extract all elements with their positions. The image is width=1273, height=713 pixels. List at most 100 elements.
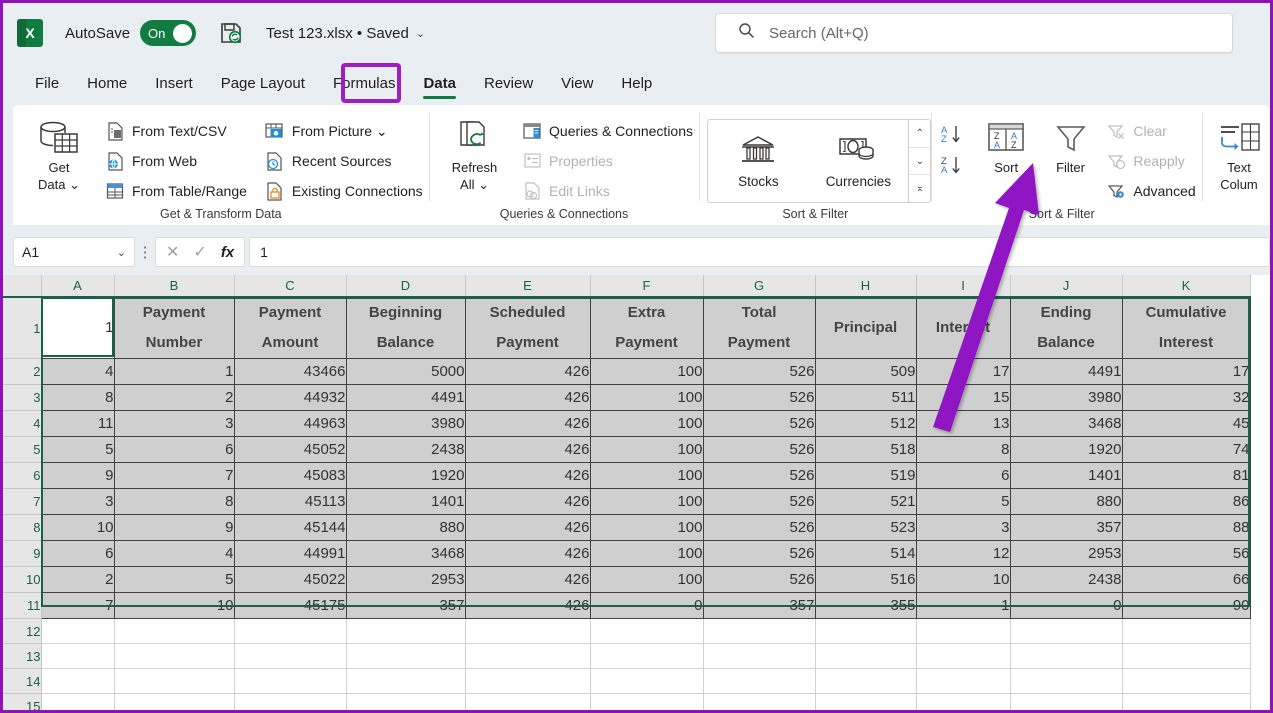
gallery-scroll-down[interactable]: ⌄	[909, 146, 931, 175]
cell[interactable]: 426	[465, 488, 591, 515]
cell[interactable]	[41, 668, 115, 694]
cell[interactable]: 512	[815, 410, 917, 437]
cell[interactable]: 526	[703, 410, 816, 437]
tab-review[interactable]: Review	[470, 71, 547, 96]
column-header-B[interactable]: B	[114, 275, 235, 298]
cell[interactable]: 5	[114, 566, 235, 593]
cell[interactable]: 86	[1122, 488, 1251, 515]
cell[interactable]: 521	[815, 488, 917, 515]
cell[interactable]: 5000	[346, 358, 466, 385]
cell[interactable]: 526	[703, 488, 816, 515]
cell[interactable]	[590, 668, 704, 694]
select-all-corner[interactable]	[3, 275, 42, 298]
cell[interactable]	[916, 693, 1011, 710]
cell[interactable]: 426	[465, 462, 591, 489]
tab-formulas[interactable]: Formulas	[319, 71, 410, 96]
filter-button[interactable]: Filter	[1045, 113, 1097, 176]
cell[interactable]: 0	[1010, 592, 1123, 619]
cell[interactable]: 4491	[346, 384, 466, 411]
cell[interactable]: 32	[1122, 384, 1251, 411]
tab-view[interactable]: View	[547, 71, 607, 96]
gallery-expand[interactable]: ⌅	[909, 174, 931, 202]
recent-sources-button[interactable]: Recent Sources	[259, 147, 429, 175]
cell[interactable]: 1	[41, 297, 115, 359]
search-box[interactable]: Search (Alt+Q)	[715, 13, 1233, 53]
cell[interactable]: 100	[590, 436, 704, 463]
row-header-10[interactable]: 10	[3, 566, 42, 593]
cell[interactable]	[1122, 643, 1251, 669]
currencies-button[interactable]: Currencies	[808, 120, 908, 202]
cell[interactable]: 3468	[346, 540, 466, 567]
cell[interactable]	[234, 643, 347, 669]
cell[interactable]: Principal	[815, 297, 917, 359]
cell[interactable]: 43466	[234, 358, 347, 385]
cell[interactable]	[1122, 668, 1251, 694]
cell[interactable]: Interest	[916, 297, 1011, 359]
cell[interactable]	[114, 668, 235, 694]
cell[interactable]: 523	[815, 514, 917, 541]
cell[interactable]: 100	[590, 384, 704, 411]
row-header-5[interactable]: 5	[3, 436, 42, 463]
column-header-J[interactable]: J	[1010, 275, 1123, 298]
cell[interactable]	[703, 618, 816, 644]
column-header-E[interactable]: E	[465, 275, 591, 298]
cell[interactable]: 7	[41, 592, 115, 619]
cell[interactable]: 526	[703, 384, 816, 411]
cell[interactable]: 357	[346, 592, 466, 619]
formula-bar-expand-dots[interactable]: ⋮	[135, 243, 155, 261]
cell[interactable]	[346, 618, 466, 644]
cell[interactable]: 1	[916, 592, 1011, 619]
cell[interactable]: Scheduled Payment	[465, 297, 591, 359]
cell[interactable]: 100	[590, 410, 704, 437]
row-header-4[interactable]: 4	[3, 410, 42, 437]
row-header-1[interactable]: 1	[3, 297, 42, 359]
cell[interactable]: 4	[41, 358, 115, 385]
cell[interactable]: 74	[1122, 436, 1251, 463]
from-text-csv-button[interactable]: From Text/CSV	[99, 117, 253, 145]
column-header-K[interactable]: K	[1122, 275, 1251, 298]
cell[interactable]: 44963	[234, 410, 347, 437]
cell[interactable]: 3	[114, 410, 235, 437]
chevron-down-icon[interactable]: ⌄	[416, 27, 425, 40]
cell[interactable]: 15	[916, 384, 1011, 411]
cell[interactable]	[234, 693, 347, 710]
cell[interactable]: 526	[703, 514, 816, 541]
cell[interactable]: 100	[590, 462, 704, 489]
cell[interactable]: 1920	[346, 462, 466, 489]
cell[interactable]	[465, 643, 591, 669]
column-header-H[interactable]: H	[815, 275, 917, 298]
cell[interactable]	[234, 668, 347, 694]
cell[interactable]	[1010, 693, 1123, 710]
cell[interactable]: 426	[465, 566, 591, 593]
cell[interactable]: 8	[41, 384, 115, 411]
cell[interactable]: 44991	[234, 540, 347, 567]
row-header-15[interactable]: 15	[3, 693, 42, 710]
autosave-toggle[interactable]: On	[140, 20, 197, 46]
cell[interactable]: 355	[815, 592, 917, 619]
cell[interactable]: 518	[815, 436, 917, 463]
stocks-button[interactable]: Stocks	[708, 120, 808, 202]
row-header-9[interactable]: 9	[3, 540, 42, 567]
cell[interactable]	[346, 693, 466, 710]
cell[interactable]: 426	[465, 436, 591, 463]
cell[interactable]: 1	[114, 358, 235, 385]
name-box[interactable]: A1 ⌄	[13, 237, 135, 267]
cell[interactable]: 45	[1122, 410, 1251, 437]
cell[interactable]	[590, 693, 704, 710]
cell[interactable]: 426	[465, 540, 591, 567]
cell[interactable]: 509	[815, 358, 917, 385]
cell[interactable]: 9	[41, 462, 115, 489]
row-header-3[interactable]: 3	[3, 384, 42, 411]
cell[interactable]: 0	[590, 592, 704, 619]
existing-connections-button[interactable]: Existing Connections	[259, 177, 429, 205]
row-header-11[interactable]: 11	[3, 592, 42, 619]
cell[interactable]: 45052	[234, 436, 347, 463]
cell[interactable]: Total Payment	[703, 297, 816, 359]
row-header-7[interactable]: 7	[3, 488, 42, 515]
column-header-F[interactable]: F	[590, 275, 704, 298]
sort-az-button[interactable]: A Z	[940, 123, 966, 148]
cell[interactable]: 526	[703, 462, 816, 489]
cell[interactable]	[1122, 618, 1251, 644]
cell[interactable]: 6	[41, 540, 115, 567]
cell[interactable]: 426	[465, 514, 591, 541]
